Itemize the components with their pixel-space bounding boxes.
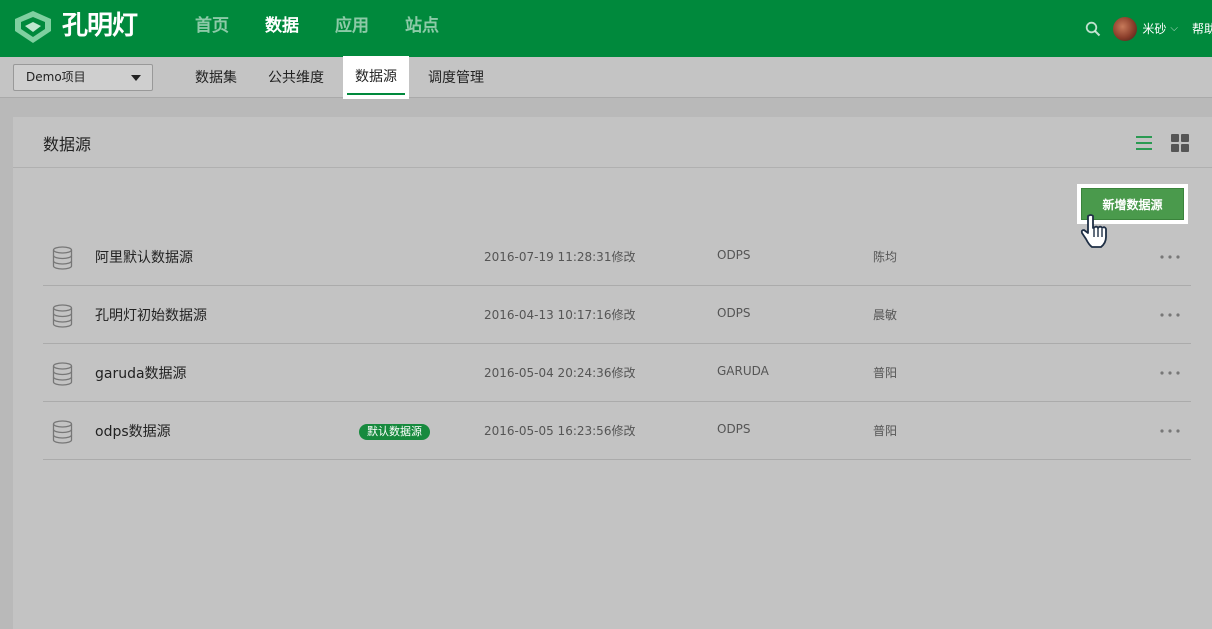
sub-nav: 数据集 公共维度 数据源 调度管理	[183, 56, 503, 99]
nav-data[interactable]: 数据	[265, 0, 299, 57]
username[interactable]: 米砂	[1142, 20, 1166, 37]
list-item[interactable]: odps数据源 默认数据源 2016-05-05 16:23:56修改 ODPS…	[43, 402, 1191, 460]
datasource-name[interactable]: garuda数据源	[95, 363, 187, 383]
owner: 普阳	[873, 424, 898, 438]
logo-text[interactable]: 孔明灯	[62, 10, 138, 42]
panel-header: 数据源	[13, 117, 1212, 168]
nav-sites[interactable]: 站点	[405, 0, 439, 57]
tab-public-dimensions[interactable]: 公共维度	[256, 57, 336, 98]
list-item[interactable]: 阿里默认数据源 2016-07-19 11:28:31修改 ODPS 陈均	[43, 228, 1191, 286]
default-datasource-badge: 默认数据源	[359, 424, 430, 440]
project-select[interactable]: Demo项目	[13, 64, 153, 91]
datasource-name[interactable]: odps数据源	[95, 421, 171, 441]
datasource-type: ODPS	[717, 306, 751, 320]
top-navbar: 孔明灯 首页 数据 应用 站点 米砂 ⌵ 帮助	[0, 0, 1212, 57]
datasource-name[interactable]: 阿里默认数据源	[95, 247, 193, 267]
search-icon[interactable]	[1085, 21, 1101, 37]
modified-time: 2016-05-05 16:23:56修改	[484, 424, 636, 438]
more-icon[interactable]	[1159, 307, 1181, 323]
main-nav: 首页 数据 应用 站点	[195, 0, 475, 57]
datasource-name[interactable]: 孔明灯初始数据源	[95, 305, 207, 325]
list-item[interactable]: 孔明灯初始数据源 2016-04-13 10:17:16修改 ODPS 晨敏	[43, 286, 1191, 344]
database-icon	[52, 362, 73, 386]
datasource-type: ODPS	[717, 248, 751, 262]
more-icon[interactable]	[1159, 365, 1181, 381]
list-item[interactable]: garuda数据源 2016-05-04 20:24:36修改 GARUDA 普…	[43, 344, 1191, 402]
owner: 普阳	[873, 366, 898, 380]
nav-home[interactable]: 首页	[195, 0, 229, 57]
tab-scheduling[interactable]: 调度管理	[416, 57, 496, 98]
database-icon	[52, 420, 73, 444]
chevron-down-icon[interactable]: ⌵	[1170, 23, 1178, 34]
tab-datasets[interactable]: 数据集	[183, 57, 249, 98]
owner: 晨敏	[873, 308, 898, 322]
caret-down-icon	[131, 75, 141, 81]
modified-time: 2016-04-13 10:17:16修改	[484, 308, 636, 322]
owner: 陈均	[873, 250, 898, 264]
list-view-icon[interactable]	[1135, 135, 1153, 151]
more-icon[interactable]	[1159, 423, 1181, 439]
datasource-list: 阿里默认数据源 2016-07-19 11:28:31修改 ODPS 陈均 孔明…	[43, 228, 1191, 460]
nav-apps[interactable]: 应用	[335, 0, 369, 57]
help-link[interactable]: 帮助	[1192, 20, 1212, 37]
modified-time: 2016-07-19 11:28:31修改	[484, 250, 636, 264]
project-select-value: Demo项目	[26, 70, 86, 84]
avatar[interactable]	[1113, 16, 1138, 41]
grid-view-icon[interactable]	[1171, 134, 1189, 152]
more-icon[interactable]	[1159, 249, 1181, 265]
modified-time: 2016-05-04 20:24:36修改	[484, 366, 636, 380]
tab-datasources[interactable]: 数据源	[343, 56, 409, 99]
user-area: 米砂 ⌵ 帮助	[1085, 0, 1212, 57]
datasource-type: GARUDA	[717, 364, 769, 378]
sub-navbar: Demo项目 数据集 公共维度 数据源 调度管理	[0, 56, 1212, 99]
datasource-type: ODPS	[717, 422, 751, 436]
logo-icon[interactable]	[13, 9, 53, 45]
database-icon	[52, 246, 73, 270]
database-icon	[52, 304, 73, 328]
page-title: 数据源	[43, 135, 92, 154]
